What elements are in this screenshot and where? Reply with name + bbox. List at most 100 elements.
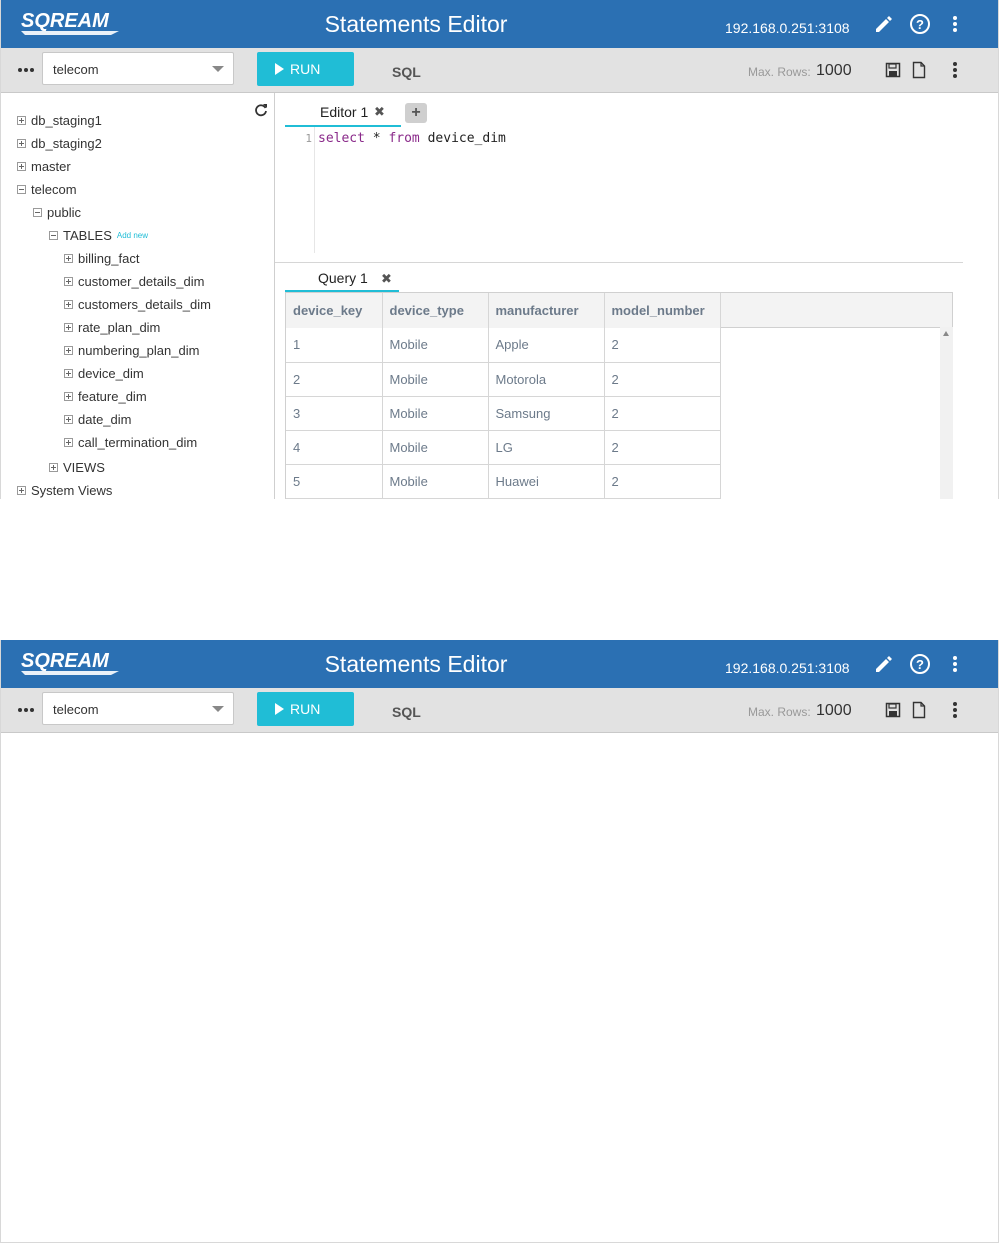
expand-icon[interactable]	[64, 437, 73, 447]
table-cell[interactable]: 2	[604, 396, 721, 431]
table-cell[interactable]: 4	[286, 430, 383, 465]
tree-item-table[interactable]: call_termination_dim	[64, 432, 197, 452]
tree-item-views[interactable]: VIEWS	[49, 457, 105, 477]
expand-icon[interactable]	[64, 368, 73, 378]
table-cell[interactable]	[286, 498, 383, 499]
column-header[interactable]: device_key	[286, 293, 383, 328]
table-cell[interactable]: Apple	[488, 328, 605, 363]
table-cell[interactable]: Mobile	[382, 464, 489, 499]
close-icon[interactable]: ✖	[374, 104, 385, 120]
pencil-icon[interactable]	[872, 652, 896, 676]
column-header[interactable]: model_number	[604, 293, 721, 328]
more-horiz-icon[interactable]	[16, 62, 36, 78]
new-file-icon[interactable]	[909, 700, 929, 720]
tree-item-public[interactable]: public	[33, 202, 81, 222]
table-cell[interactable]: Mobile	[382, 396, 489, 431]
sql-mode-label[interactable]: SQL	[392, 704, 421, 720]
tab-query-1[interactable]: Query 1 ✖	[285, 263, 399, 292]
results-scrollbar[interactable]	[940, 327, 953, 499]
toolbar-more-vert-icon[interactable]	[945, 60, 965, 80]
tree-item-table[interactable]: rate_plan_dim	[64, 317, 160, 337]
tree-item-table[interactable]: device_dim	[64, 363, 144, 383]
table-cell[interactable]	[382, 498, 489, 499]
expand-icon[interactable]	[17, 138, 26, 148]
new-file-icon[interactable]	[909, 60, 929, 80]
add-tab-icon[interactable]: +	[405, 103, 427, 123]
more-vert-icon[interactable]	[943, 12, 967, 36]
expand-icon[interactable]	[64, 299, 73, 309]
tab-editor-1[interactable]: Editor 1 ✖	[285, 93, 401, 127]
save-icon[interactable]	[883, 700, 903, 720]
tree-item-table[interactable]: customers_details_dim	[64, 294, 211, 314]
database-select[interactable]: telecom	[42, 692, 234, 725]
tree-item-table[interactable]: feature_dim	[64, 386, 147, 406]
table-cell[interactable]: 1	[286, 328, 383, 363]
column-header[interactable]: manufacturer	[488, 293, 605, 328]
table-row[interactable]: 5 Mobile Huawei 2	[286, 464, 721, 499]
collapse-icon[interactable]	[49, 230, 58, 240]
table-cell[interactable]: 2	[604, 430, 721, 465]
tree-item-telecom[interactable]: telecom	[17, 179, 77, 199]
expand-icon[interactable]	[64, 276, 73, 286]
tree-item-tables[interactable]: TABLES Add new	[49, 225, 148, 245]
table-cell[interactable]: Motorola	[488, 362, 605, 397]
table-cell[interactable]	[488, 498, 605, 499]
table-cell[interactable]: 2	[604, 328, 721, 363]
tree-item-db-staging1[interactable]: db_staging1	[17, 110, 102, 130]
tree-item-table[interactable]: billing_fact	[64, 248, 139, 268]
tree-item-table[interactable]: customer_details_dim	[64, 271, 204, 291]
table-cell[interactable]: Mobile	[382, 328, 489, 363]
table-cell[interactable]: Samsung	[488, 396, 605, 431]
help-icon[interactable]: ?	[908, 12, 932, 36]
expand-icon[interactable]	[17, 161, 26, 171]
table-row[interactable]: 2 Mobile Motorola 2	[286, 362, 721, 397]
scroll-up-icon[interactable]	[943, 331, 949, 336]
more-vert-icon[interactable]	[943, 652, 967, 676]
close-icon[interactable]: ✖	[381, 271, 392, 287]
tree-item-table[interactable]: date_dim	[64, 409, 131, 429]
help-icon[interactable]: ?	[908, 652, 932, 676]
table-row[interactable]	[286, 498, 721, 499]
table-cell[interactable]: Mobile	[382, 362, 489, 397]
refresh-icon[interactable]	[254, 103, 268, 117]
expand-icon[interactable]	[64, 391, 73, 401]
run-button[interactable]: RUN	[257, 52, 354, 86]
sql-code-editor[interactable]: 1 select * from device_dim	[285, 127, 953, 253]
expand-icon[interactable]	[17, 485, 26, 495]
table-cell[interactable]: LG	[488, 430, 605, 465]
table-cell[interactable]: 3	[286, 396, 383, 431]
table-cell[interactable]	[604, 498, 721, 499]
save-icon[interactable]	[883, 60, 903, 80]
tree-item-system-views[interactable]: System Views	[17, 480, 112, 500]
expand-icon[interactable]	[64, 414, 73, 424]
column-header[interactable]: device_type	[382, 293, 489, 328]
max-rows-input[interactable]: 1000	[816, 62, 852, 80]
add-new-table-link[interactable]: Add new	[117, 231, 148, 240]
collapse-icon[interactable]	[33, 207, 42, 217]
table-cell[interactable]: 2	[604, 464, 721, 499]
tree-item-master[interactable]: master	[17, 156, 71, 176]
table-cell[interactable]: Huawei	[488, 464, 605, 499]
table-cell[interactable]: 2	[604, 362, 721, 397]
collapse-icon[interactable]	[17, 184, 26, 194]
table-row[interactable]: 1 Mobile Apple 2	[286, 328, 721, 363]
max-rows-input[interactable]: 1000	[816, 702, 852, 720]
expand-icon[interactable]	[64, 253, 73, 263]
table-row[interactable]: 4 Mobile LG 2	[286, 430, 721, 465]
expand-icon[interactable]	[49, 462, 58, 472]
table-cell[interactable]: Mobile	[382, 430, 489, 465]
database-select[interactable]: telecom	[42, 52, 234, 85]
sql-mode-label[interactable]: SQL	[392, 64, 421, 80]
run-button[interactable]: RUN	[257, 692, 354, 726]
table-cell[interactable]: 5	[286, 464, 383, 499]
more-horiz-icon[interactable]	[16, 702, 36, 718]
tree-item-table[interactable]: numbering_plan_dim	[64, 340, 199, 360]
expand-icon[interactable]	[17, 115, 26, 125]
pencil-icon[interactable]	[872, 12, 896, 36]
toolbar-more-vert-icon[interactable]	[945, 700, 965, 720]
table-row[interactable]: 3 Mobile Samsung 2	[286, 396, 721, 431]
expand-icon[interactable]	[64, 322, 73, 332]
expand-icon[interactable]	[64, 345, 73, 355]
code-line[interactable]: select * from device_dim	[318, 131, 506, 146]
tree-item-db-staging2[interactable]: db_staging2	[17, 133, 102, 153]
